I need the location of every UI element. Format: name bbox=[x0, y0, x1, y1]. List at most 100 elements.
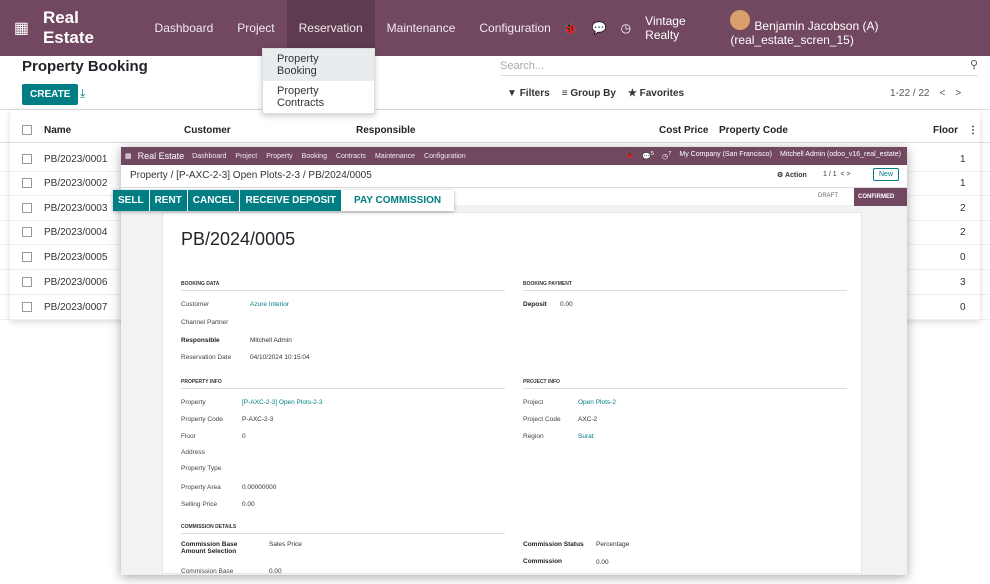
row-name: PB/2023/0004 bbox=[44, 227, 108, 238]
form-sheet: PB/2024/0005 BOOKING DATA Customer Azure… bbox=[162, 212, 862, 575]
label-region: Region bbox=[523, 433, 544, 440]
label-reservation-date: Reservation Date bbox=[181, 354, 232, 361]
select-all-checkbox[interactable] bbox=[22, 125, 32, 135]
inner-menu-item: Project bbox=[235, 152, 258, 160]
inner-breadcrumb: Property / [P-AXC-2-3] Open Plots-2-3 / … bbox=[121, 165, 907, 187]
row-name: PB/2023/0005 bbox=[44, 252, 108, 263]
commission-base-value: 0.00 bbox=[269, 568, 282, 575]
inner-menu-item: Property bbox=[266, 152, 293, 160]
label-property: Property bbox=[181, 399, 206, 406]
label-project: Project bbox=[523, 399, 544, 406]
sell-button[interactable]: SELL bbox=[113, 190, 150, 211]
company-switcher[interactable]: Vintage Realty bbox=[645, 14, 716, 42]
selling-price-value: 0.00 bbox=[242, 501, 255, 508]
col-floor[interactable]: Floor bbox=[933, 125, 958, 136]
label-responsible: Responsible bbox=[181, 337, 220, 344]
group-by-button[interactable]: ≡ Group By bbox=[562, 88, 616, 99]
menu-maintenance[interactable]: Maintenance bbox=[375, 0, 468, 56]
filters-button[interactable]: ▼ Filters bbox=[507, 88, 550, 99]
col-cost-price[interactable]: Cost Price bbox=[659, 125, 708, 136]
favorites-button[interactable]: ★ Favorites bbox=[628, 88, 684, 99]
property-code-value: P-AXC-2-3 bbox=[242, 416, 274, 423]
inner-clock-icon: ◷7 bbox=[662, 151, 672, 161]
row-checkbox[interactable] bbox=[22, 227, 32, 237]
label-address: Address bbox=[181, 449, 205, 456]
dropdown-item-property-booking[interactable]: Property Booking bbox=[263, 49, 374, 81]
row-checkbox[interactable] bbox=[22, 203, 32, 213]
col-responsible[interactable]: Responsible bbox=[356, 125, 415, 136]
inner-action-button: ⚙ Action bbox=[777, 172, 807, 179]
pager-next-icon[interactable]: > bbox=[955, 88, 961, 99]
row-checkbox[interactable] bbox=[22, 154, 32, 164]
customer-value: Azure Interior bbox=[250, 301, 290, 308]
pay-commission-button[interactable]: PAY COMMISSION bbox=[342, 190, 455, 211]
chat-icon[interactable]: 💬 bbox=[592, 21, 607, 35]
row-checkbox[interactable] bbox=[22, 277, 32, 287]
page-title: Property Booking bbox=[22, 58, 148, 75]
section-property-info: PROPERTY INFO bbox=[181, 379, 505, 389]
label-commission-base: Commission Base bbox=[181, 568, 234, 575]
download-icon[interactable]: ⤓ bbox=[80, 86, 85, 101]
inner-new-button: New bbox=[873, 168, 900, 181]
cancel-button[interactable]: CANCEL bbox=[187, 190, 241, 211]
app-brand[interactable]: Real Estate bbox=[43, 8, 129, 48]
booking-reference: PB/2024/0005 bbox=[181, 229, 296, 249]
search-input[interactable]: Search... ⚲ bbox=[500, 56, 978, 76]
label-channel-partner: Channel Partner bbox=[181, 319, 229, 326]
section-booking-payment: BOOKING PAYMENT bbox=[523, 281, 847, 291]
row-checkbox[interactable] bbox=[22, 252, 32, 262]
commission-status-value: Percentage bbox=[596, 541, 630, 548]
section-commission-details: COMMISSION DETAILS bbox=[181, 524, 505, 534]
inner-brand: Real Estate bbox=[137, 151, 185, 161]
inner-bug-icon: 🐞 bbox=[625, 152, 635, 160]
label-commission: Commission bbox=[523, 558, 563, 565]
bug-icon[interactable]: 🐞 bbox=[563, 21, 578, 35]
inner-menu-item: Booking bbox=[301, 152, 327, 160]
clock-icon[interactable]: ◷ bbox=[621, 21, 631, 35]
menu-dashboard[interactable]: Dashboard bbox=[143, 0, 226, 56]
row-name: PB/2023/0001 bbox=[44, 154, 108, 165]
receive-deposit-button[interactable]: RECEIVE DEPOSIT bbox=[240, 190, 343, 211]
row-floor: 0 bbox=[960, 252, 966, 263]
label-project-code: Project Code bbox=[523, 416, 561, 423]
avatar bbox=[730, 9, 751, 30]
row-floor: 0 bbox=[960, 302, 966, 313]
menu-configuration[interactable]: Configuration bbox=[467, 0, 562, 56]
row-floor: 2 bbox=[960, 203, 966, 214]
commission-base-amount-value: Sales Price bbox=[269, 541, 302, 548]
rent-button[interactable]: RENT bbox=[149, 190, 188, 211]
col-property-code[interactable]: Property Code bbox=[719, 125, 788, 136]
property-area-value: 0.00000000 bbox=[242, 484, 277, 491]
row-checkbox[interactable] bbox=[22, 178, 32, 188]
label-commission-base-amount: Commission Base Amount Selection bbox=[181, 541, 238, 555]
inner-menu-item: Configuration bbox=[424, 152, 466, 160]
col-customer[interactable]: Customer bbox=[184, 125, 231, 136]
breadcrumb-text: Property / [P-AXC-2-3] Open Plots-2-3 / … bbox=[130, 170, 372, 181]
col-name[interactable]: Name bbox=[44, 125, 71, 136]
optional-columns-icon[interactable]: ⋮ bbox=[968, 125, 978, 136]
dropdown-item-property-contracts[interactable]: Property Contracts bbox=[263, 81, 374, 113]
reservation-dropdown: Property Booking Property Contracts bbox=[262, 48, 375, 114]
inner-chat-icon: 💬5 bbox=[642, 151, 655, 161]
inner-pager: 1 / 1 < > bbox=[823, 171, 851, 178]
commission-value: 0.00 bbox=[596, 559, 609, 566]
section-booking-data: BOOKING DATA bbox=[181, 281, 505, 291]
project-code-value: AXC-2 bbox=[578, 416, 598, 423]
row-name: PB/2023/0003 bbox=[44, 203, 108, 214]
inner-menu-item: Contracts bbox=[335, 152, 366, 160]
label-deposit: Deposit bbox=[523, 301, 547, 308]
create-button[interactable]: CREATE bbox=[22, 84, 79, 105]
search-icon[interactable]: ⚲ bbox=[970, 58, 978, 71]
state-draft: DRAFT bbox=[818, 193, 838, 199]
inner-company: My Company (San Francisco) bbox=[679, 151, 772, 159]
inner-navbar: ▦ Real Estate Dashboard Project Property… bbox=[121, 147, 907, 165]
pager-value[interactable]: 1-22 / 22 bbox=[890, 88, 929, 99]
label-commission-status: Commission Status bbox=[523, 541, 584, 548]
user-menu[interactable]: Benjamin Jacobson (A) (real_estate_scren… bbox=[730, 9, 982, 47]
apps-menu-icon[interactable]: ▦ bbox=[0, 18, 43, 38]
row-name: PB/2023/0002 bbox=[44, 178, 108, 189]
pager-prev-icon[interactable]: < bbox=[939, 88, 945, 99]
row-checkbox[interactable] bbox=[22, 302, 32, 312]
label-customer: Customer bbox=[181, 301, 210, 308]
top-navbar: ▦ Real Estate Dashboard Project Reservat… bbox=[0, 0, 990, 56]
